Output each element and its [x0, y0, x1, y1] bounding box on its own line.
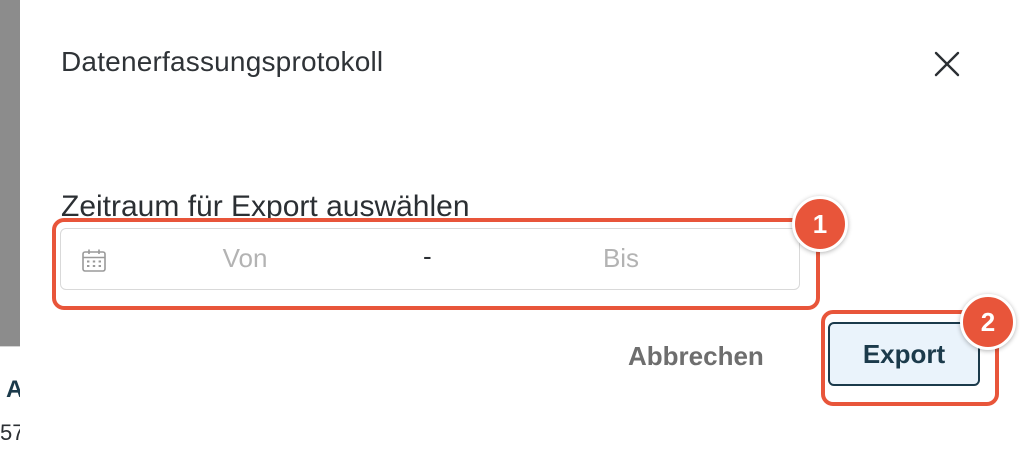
step-1-marker: 1	[792, 196, 848, 252]
cancel-button[interactable]: Abbrechen	[616, 334, 776, 378]
range-separator: -	[423, 241, 432, 271]
step-2-marker: 2	[960, 294, 1016, 350]
close-button[interactable]	[925, 42, 969, 86]
dialog-title: Datenerfassungsprotokoll	[61, 46, 384, 77]
date-range-picker[interactable]: Von - Bis	[60, 228, 800, 290]
calendar-icon	[82, 249, 106, 272]
date-range-label: Zeitraum für Export auswählen	[61, 190, 470, 223]
end-date-input[interactable]: Bis	[581, 243, 661, 274]
close-icon	[934, 51, 960, 77]
export-button[interactable]: Export	[828, 322, 980, 386]
background-page: A 57	[0, 0, 24, 461]
start-date-input[interactable]: Von	[197, 243, 293, 274]
export-dialog: Datenerfassungsprotokoll Zeitraum für Ex…	[20, 0, 1020, 460]
